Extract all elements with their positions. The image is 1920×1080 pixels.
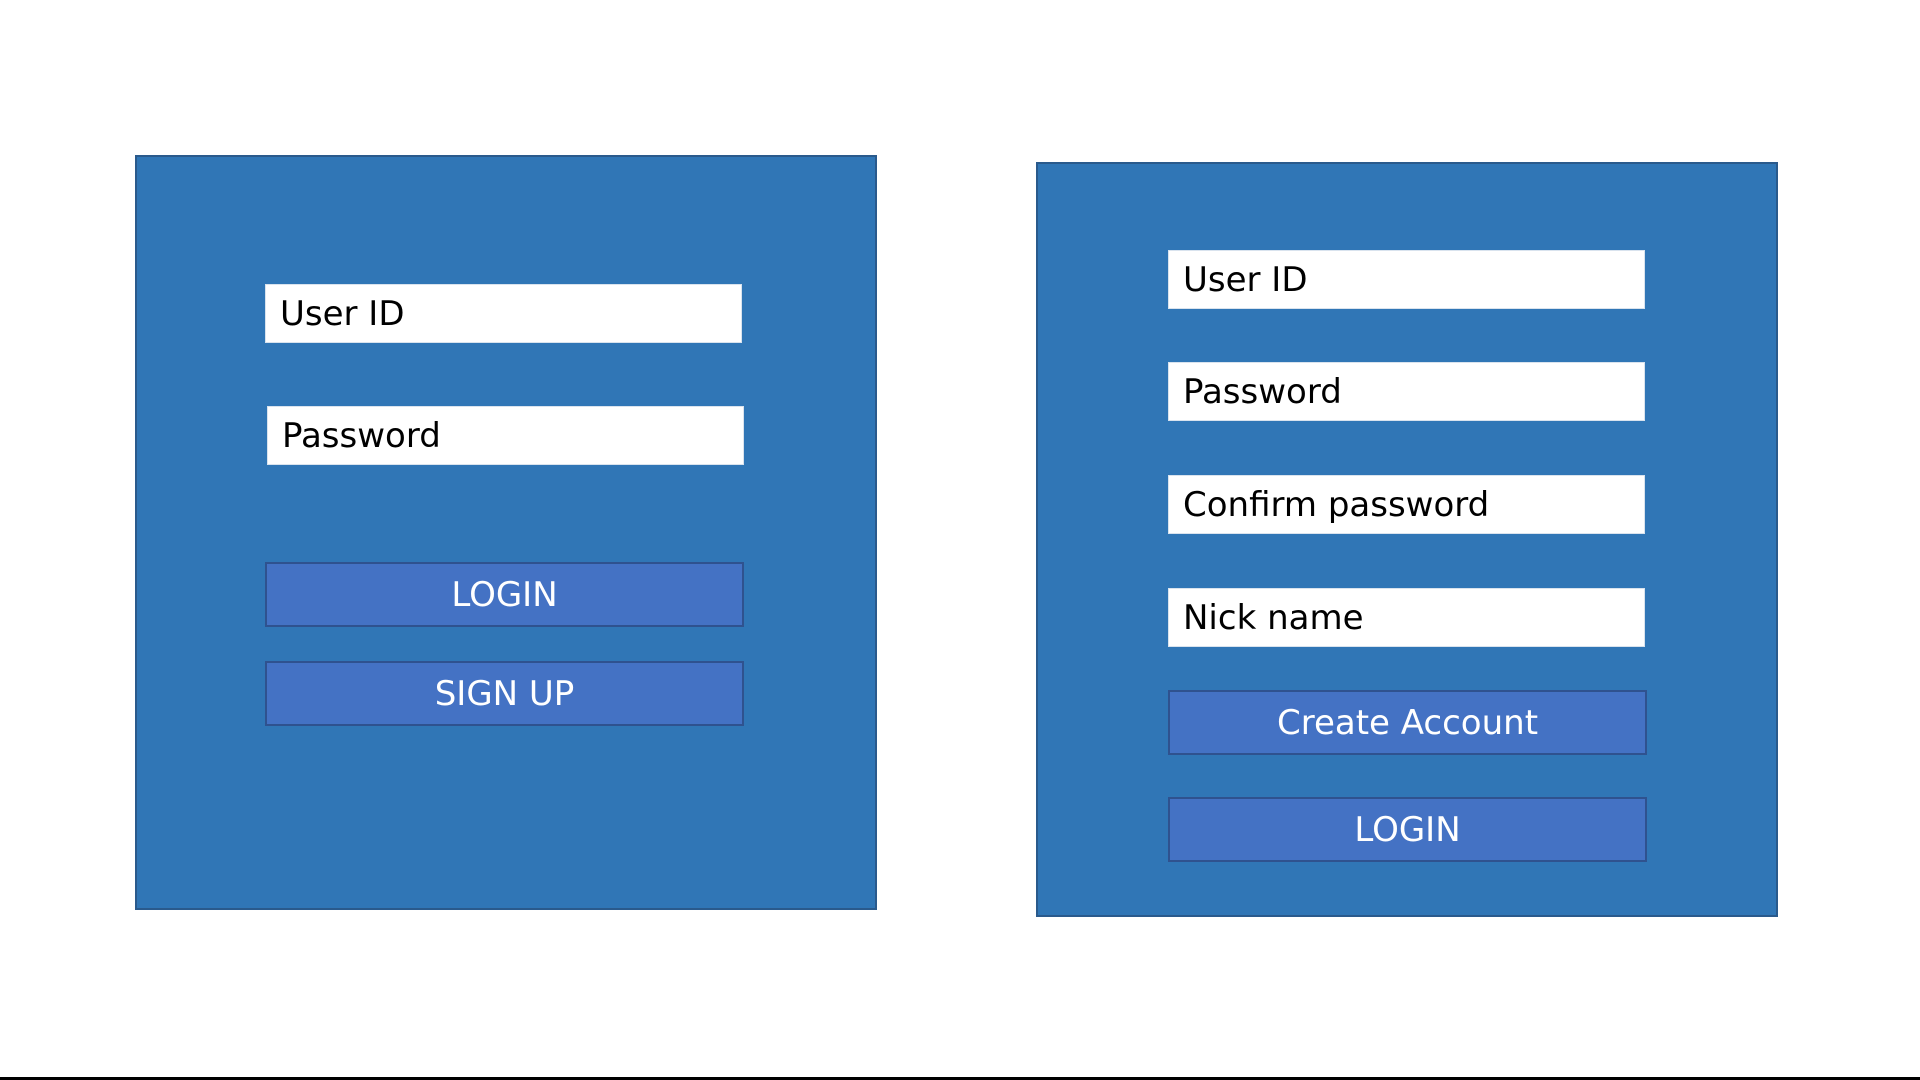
signup-login-button[interactable]: LOGIN: [1168, 797, 1647, 862]
signup-confirm-password-field[interactable]: Confirm password: [1168, 475, 1645, 534]
signup-password-field[interactable]: Password: [1168, 362, 1645, 421]
login-user-id-field[interactable]: User ID: [265, 284, 742, 343]
login-button[interactable]: LOGIN: [265, 562, 744, 627]
create-account-button[interactable]: Create Account: [1168, 690, 1647, 755]
signup-nickname-field[interactable]: Nick name: [1168, 588, 1645, 647]
login-panel: User ID Password LOGIN SIGN UP: [135, 155, 877, 910]
signup-button[interactable]: SIGN UP: [265, 661, 744, 726]
signup-panel: User ID Password Confirm password Nick n…: [1036, 162, 1778, 917]
signup-user-id-field[interactable]: User ID: [1168, 250, 1645, 309]
wireframe-canvas: User ID Password LOGIN SIGN UP User ID P…: [0, 0, 1920, 1080]
login-password-field[interactable]: Password: [267, 406, 744, 465]
